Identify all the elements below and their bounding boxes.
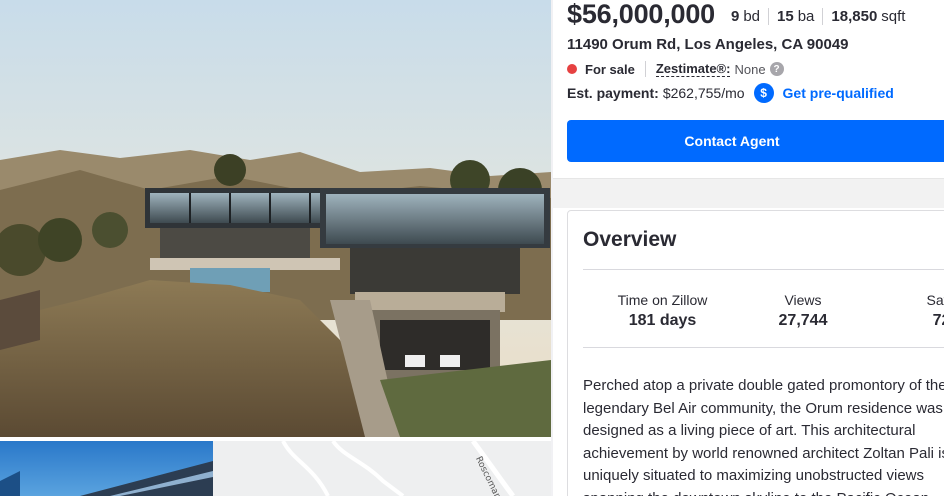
stat-label: Saves [926, 292, 944, 308]
bedrooms-value: 9 [731, 8, 740, 25]
main-listing-photo[interactable] [0, 0, 551, 437]
status-row: For sale Zestimate®: None ? [567, 61, 784, 77]
dollar-circle-icon: $ [753, 83, 774, 103]
listing-status: For sale [585, 61, 635, 77]
sqft-value: 18,850 [831, 8, 878, 25]
bathrooms-fact: 15 ba [768, 8, 822, 25]
est-payment-label: Est. payment: [567, 85, 659, 101]
listing-price: $56,000,000 [567, 0, 715, 29]
house-photo-image [0, 0, 551, 437]
bedrooms-fact: 9 bd [731, 8, 768, 25]
bathrooms-unit: ba [797, 8, 815, 25]
overview-title: Overview [583, 228, 677, 251]
stat-label: Time on Zillow [617, 292, 708, 308]
contact-agent-button[interactable]: Contact Agent [567, 120, 944, 162]
map-image [213, 441, 551, 496]
bathrooms-value: 15 [777, 8, 794, 25]
stat-time-on-zillow: Time on Zillow 181 days [605, 292, 720, 330]
bedrooms-unit: bd [743, 8, 761, 25]
stat-value: 720 [932, 312, 944, 329]
overview-divider-top [583, 269, 944, 270]
sqft-unit: sqft [881, 8, 906, 25]
stat-saves: Saves 720 [906, 292, 944, 330]
zestimate-value: None [734, 61, 766, 77]
stat-views: Views 27,744 [760, 292, 846, 330]
est-payment-value: $262,755/mo [662, 85, 745, 101]
location-map-thumbnail[interactable] [213, 441, 551, 496]
status-separator [644, 61, 646, 77]
stat-value: 27,744 [778, 312, 828, 329]
listing-description: Perched atop a private double gated prom… [583, 377, 944, 496]
building-photo-image [0, 441, 213, 496]
stat-label: Views [784, 292, 822, 308]
secondary-photo-thumbnail[interactable] [0, 441, 213, 496]
overview-divider-bottom [583, 347, 944, 348]
home-facts: 9 bd 15 ba 18,850 sqft [731, 8, 913, 25]
get-prequalified-link[interactable]: Get pre-qualified [783, 85, 894, 101]
question-circle-icon[interactable]: ? [769, 62, 784, 76]
sqft-fact: 18,850 sqft [822, 8, 913, 25]
estimated-payment-row: Est. payment: $262,755/mo $ Get pre-qual… [567, 83, 894, 103]
section-separator-band [553, 178, 944, 208]
stat-value: 181 days [628, 312, 697, 329]
status-dot-icon [567, 64, 577, 74]
zestimate-label[interactable]: Zestimate®: [655, 61, 731, 77]
listing-address: 11490 Orum Rd, Los Angeles, CA 90049 [567, 36, 849, 53]
panel-divider [551, 0, 553, 496]
